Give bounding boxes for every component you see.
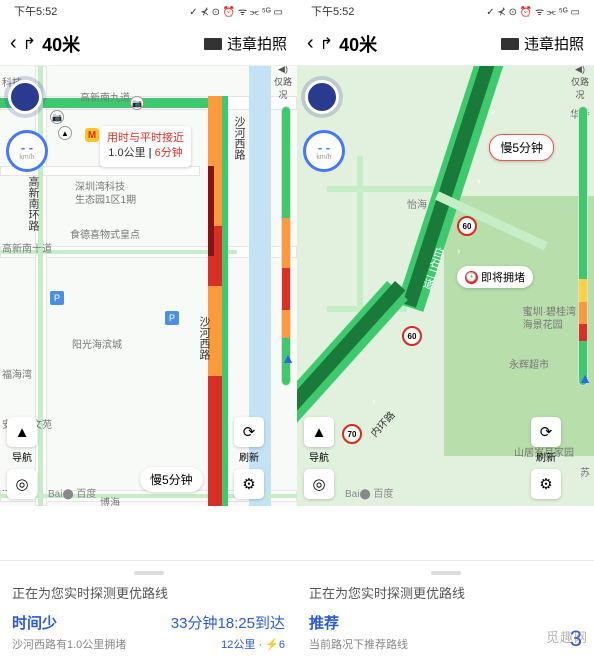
traffic-overview-bar bbox=[281, 106, 291, 386]
back-arrow-icon[interactable]: ‹ bbox=[307, 32, 314, 55]
status-icons: ✓ ⊀ ⊙ ⏰ ᯤ ⫘ ⁵ᴳ ▭ bbox=[486, 4, 580, 18]
parking-icon: P bbox=[50, 291, 64, 305]
locate-button[interactable]: ◎ bbox=[6, 469, 38, 501]
sheet-status: 正在为您实时探测更优路线 bbox=[12, 583, 285, 602]
road-label: 沙河西路 bbox=[231, 116, 247, 160]
clock-icon: 🕒 bbox=[465, 271, 478, 284]
violation-label: 违章拍照 bbox=[524, 33, 584, 54]
bottom-sheet-left[interactable]: 正在为您实时探测更优路线 时间少 沙河西路有1.0公里拥堵 33分钟18:25到… bbox=[0, 560, 297, 660]
status-time: 下午5:52 bbox=[311, 3, 354, 19]
route-detail: 当前路况下推荐路线 bbox=[309, 636, 408, 652]
speed-limit-icon: 60 bbox=[457, 216, 477, 236]
route-tag: 时间少 bbox=[12, 612, 126, 633]
nav-avatar-icon[interactable] bbox=[8, 80, 42, 114]
map-canvas-right[interactable]: › › › › › - - km/h 慢5分钟 🕒 即将拥堵 60 60 70 … bbox=[297, 66, 594, 506]
status-bar: 下午5:52 ✓ ⊀ ⊙ ⏰ ᯤ ⫘ ⁵ᴳ ▭ bbox=[297, 0, 594, 22]
back-arrow-icon[interactable]: ‹ bbox=[10, 32, 17, 55]
congestion-badge: 🕒 即将拥堵 bbox=[457, 266, 533, 288]
locate-button[interactable]: ◎ bbox=[303, 469, 335, 501]
status-icons: ✓ ⊀ ⊙ ⏰ ᯤ ⫘ ⁵ᴳ ▭ bbox=[189, 4, 283, 18]
nav-avatar-icon[interactable] bbox=[305, 80, 339, 114]
camera-icon bbox=[204, 38, 222, 50]
camera-marker-icon: 📷 bbox=[130, 96, 144, 110]
route-meta: 12公里 · ⚡6 bbox=[171, 636, 285, 652]
traffic-mode-label[interactable]: ◀)仅路况 bbox=[569, 66, 591, 101]
poi-label: 深圳湾科技生态园1区1期 bbox=[75, 181, 136, 207]
road-label: 高新南九道 bbox=[80, 89, 130, 104]
camera-marker-icon: 📷 bbox=[50, 110, 64, 124]
nav-distance: 40米 bbox=[42, 31, 80, 57]
camera-icon bbox=[501, 38, 519, 50]
poi-label: 博海 bbox=[100, 494, 120, 506]
nav-header: ‹ ↱ 40米 违章拍照 bbox=[297, 22, 594, 66]
turn-icon: ↱ bbox=[23, 34, 36, 54]
route-info-bubble: 用时与平时接近 1.0公里 | 6分钟 bbox=[100, 126, 191, 167]
poi-label: 福海湾 bbox=[2, 366, 32, 381]
poi-label: 苏 bbox=[580, 464, 590, 479]
nav-mode-button[interactable]: ▲导航 bbox=[303, 417, 335, 464]
speed-indicator: - - km/h bbox=[303, 130, 345, 172]
route-tag: 推荐 bbox=[309, 612, 408, 633]
sheet-handle[interactable] bbox=[134, 571, 164, 575]
speed-indicator: - - km/h bbox=[6, 130, 48, 172]
status-bar: 下午5:52 ✓ ⊀ ⊙ ⏰ ᯤ ⫘ ⁵ᴳ ▭ bbox=[0, 0, 297, 22]
traffic-overview-bar bbox=[578, 106, 588, 386]
map-canvas-left[interactable]: 📷 📷 ▲ M - - km/h 用时与平时接近 1.0公里 | 6分钟 科技 … bbox=[0, 66, 297, 506]
route-detail: 沙河西路有1.0公里拥堵 bbox=[12, 636, 126, 652]
poi-label: 蜜圳·碧桂湾海景花园 bbox=[523, 306, 576, 332]
status-time: 下午5:52 bbox=[14, 3, 57, 19]
position-marker-icon: ▲ bbox=[281, 350, 295, 366]
refresh-button[interactable]: ⟳刷新 bbox=[233, 417, 265, 464]
baidu-logo: Bai⬤ 百度 bbox=[48, 485, 96, 500]
watermark: 觅趣网 bbox=[546, 627, 588, 646]
violation-label: 违章拍照 bbox=[227, 33, 287, 54]
road-label: 沙河西路 bbox=[196, 316, 212, 360]
road-label: 高新南环路 bbox=[25, 176, 41, 231]
direction-marker-icon: ▲ bbox=[58, 126, 72, 140]
slow-badge: 慢5分钟 bbox=[140, 467, 203, 492]
sheet-status: 正在为您实时探测更优路线 bbox=[309, 583, 582, 602]
nav-mode-button[interactable]: ▲导航 bbox=[6, 417, 38, 464]
left-screenshot: 下午5:52 ✓ ⊀ ⊙ ⏰ ᯤ ⫘ ⁵ᴳ ▭ ‹ ↱ 40米 违章拍照 bbox=[0, 0, 297, 660]
poi-label: 食德喜物式皇点 bbox=[70, 226, 140, 241]
eta-text: 33分钟18:25到达 bbox=[171, 612, 285, 633]
traffic-mode-label[interactable]: ◀)仅路况 bbox=[272, 66, 294, 101]
nav-header: ‹ ↱ 40米 违章拍照 bbox=[0, 22, 297, 66]
poi-label: 怡海 bbox=[407, 196, 427, 211]
position-marker-icon: ▲ bbox=[578, 370, 592, 386]
settings-button[interactable]: ⚙ bbox=[530, 469, 562, 501]
parking-icon: P bbox=[165, 311, 179, 325]
sheet-handle[interactable] bbox=[431, 571, 461, 575]
right-screenshot: 下午5:52 ✓ ⊀ ⊙ ⏰ ᯤ ⫘ ⁵ᴳ ▭ ‹ ↱ 40米 违章拍照 bbox=[297, 0, 594, 660]
turn-icon: ↱ bbox=[320, 34, 333, 54]
poi-label: 永辉超市 bbox=[509, 356, 549, 371]
poi-label: 阳光海滨城 bbox=[72, 336, 122, 351]
baidu-logo: Bai⬤ 百度 bbox=[345, 485, 393, 500]
slow-badge: 慢5分钟 bbox=[489, 134, 554, 161]
mcdonalds-icon: M bbox=[85, 128, 99, 142]
refresh-button[interactable]: ⟳刷新 bbox=[530, 417, 562, 464]
nav-distance: 40米 bbox=[339, 31, 377, 57]
speed-limit-icon: 70 bbox=[342, 424, 362, 444]
speed-limit-icon: 60 bbox=[402, 326, 422, 346]
road-label: 高新南十道 bbox=[2, 240, 52, 255]
settings-button[interactable]: ⚙ bbox=[233, 469, 265, 501]
